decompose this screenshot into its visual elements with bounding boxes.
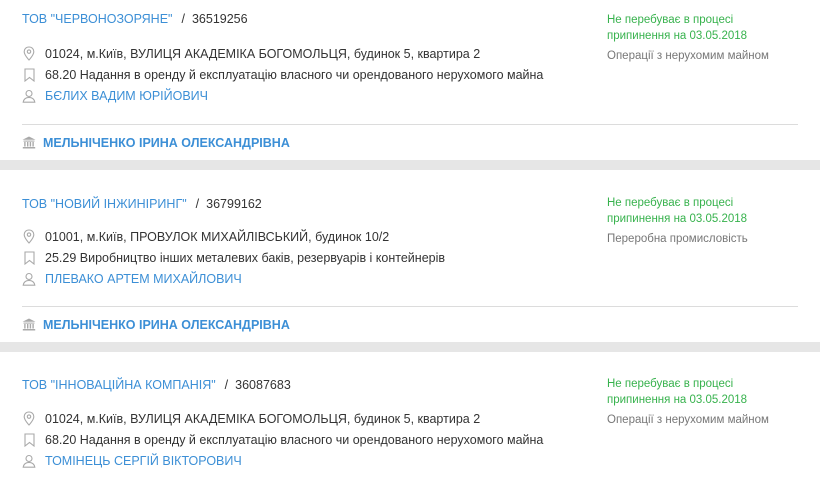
company-code: 36799162 bbox=[206, 197, 262, 211]
person-icon bbox=[22, 88, 36, 103]
address-line: 01024, м.Київ, ВУЛИЦЯ АКАДЕМІКА БОГОМОЛЬ… bbox=[22, 46, 480, 61]
registrar-row: МЕЛЬНІЧЕНКО ІРИНА ОЛЕКСАНДРІВНА bbox=[22, 318, 290, 332]
status-line-2: припинення на 03.05.2018 bbox=[607, 394, 748, 406]
status-line-1: Не перебуває в процесі bbox=[607, 14, 734, 26]
company-activity: 68.20 Надання в оренду й експлуатацію вл… bbox=[45, 67, 544, 82]
card-divider bbox=[22, 124, 798, 125]
company-address: 01024, м.Київ, ВУЛИЦЯ АКАДЕМІКА БОГОМОЛЬ… bbox=[45, 411, 481, 426]
activity-line: 25.29 Виробництво інших металевих баків,… bbox=[22, 250, 445, 265]
company-name-link[interactable]: ТОВ "НОВИЙ ІНЖИНІРИНГ" bbox=[22, 197, 187, 211]
company-card: ТОВ "НОВИЙ ІНЖИНІРИНГ" / 36799162 01001, м… bbox=[0, 170, 820, 342]
activity-line: 68.20 Надання в оренду й експлуатацію вл… bbox=[22, 67, 543, 82]
company-activity: 25.29 Виробництво інших металевих баків,… bbox=[45, 250, 446, 265]
address-line: 01024, м.Київ, ВУЛИЦЯ АКАДЕМІКА БОГОМОЛЬ… bbox=[22, 411, 480, 426]
status-line-2: припинення на 03.05.2018 bbox=[607, 30, 748, 42]
company-code: 36519256 bbox=[191, 12, 248, 26]
status-line-1: Не перебуває в процесі bbox=[607, 378, 734, 390]
company-category: Операції з нерухомим майном bbox=[607, 50, 769, 62]
company-address: 01024, м.Київ, ВУЛИЦЯ АКАДЕМІКА БОГОМОЛЬ… bbox=[45, 46, 481, 61]
person-icon bbox=[22, 271, 36, 286]
company-name-link[interactable]: ТОВ "ІННОВАЦІЙНА КОМПАНІЯ" bbox=[22, 378, 216, 392]
status-text: Не перебуває в процесі припинення на 03.… bbox=[607, 376, 807, 408]
status-line-1: Не перебуває в процесі bbox=[607, 197, 734, 209]
company-address: 01001, м.Київ, ПРОВУЛОК МИХАЙЛІВСЬКИЙ, б… bbox=[45, 229, 390, 244]
company-card: ТОВ "ІННОВАЦІЙНА КОМПАНІЯ" / 36087683 0102… bbox=[0, 352, 820, 485]
title-separator: / bbox=[224, 378, 229, 392]
map-pin-icon bbox=[22, 411, 36, 426]
director-line: ПЛЕВАКО АРТЕМ МИХАЙЛОВИЧ bbox=[22, 271, 242, 286]
bookmark-icon bbox=[22, 250, 36, 265]
company-title-row: ТОВ "НОВИЙ ІНЖИНІРИНГ" / 36799162 bbox=[22, 197, 262, 211]
bank-icon bbox=[22, 136, 36, 150]
address-line: 01001, м.Київ, ПРОВУЛОК МИХАЙЛІВСЬКИЙ, б… bbox=[22, 229, 389, 244]
person-icon bbox=[22, 453, 36, 468]
card-separator bbox=[0, 160, 820, 170]
director-line: БЄЛИХ ВАДИМ ЮРІЙОВИЧ bbox=[22, 88, 208, 103]
activity-line: 68.20 Надання в оренду й експлуатацію вл… bbox=[22, 432, 543, 447]
status-line-2: припинення на 03.05.2018 bbox=[607, 213, 748, 225]
director-name-link[interactable]: БЄЛИХ ВАДИМ ЮРІЙОВИЧ bbox=[45, 89, 208, 103]
bookmark-icon bbox=[22, 432, 36, 447]
director-name-link[interactable]: ТОМІНЕЦЬ СЕРГІЙ ВІКТОРОВИЧ bbox=[45, 454, 242, 468]
company-code: 36087683 bbox=[235, 378, 291, 392]
company-title-row: ТОВ "ЧЕРВОНОЗОРЯНЕ" / 36519256 bbox=[22, 12, 248, 26]
map-pin-icon bbox=[22, 229, 36, 244]
card-separator bbox=[0, 342, 820, 352]
director-name-link[interactable]: ПЛЕВАКО АРТЕМ МИХАЙЛОВИЧ bbox=[45, 272, 242, 286]
registrar-name-link[interactable]: МЕЛЬНІЧЕНКО ІРИНА ОЛЕКСАНДРІВНА bbox=[43, 318, 290, 332]
card-divider bbox=[22, 306, 798, 307]
title-separator: / bbox=[181, 12, 185, 26]
company-category: Операції з нерухомим майном bbox=[607, 414, 769, 426]
company-name-link[interactable]: ТОВ "ЧЕРВОНОЗОРЯНЕ" bbox=[22, 12, 172, 26]
registrar-name-link[interactable]: МЕЛЬНІЧЕНКО ІРИНА ОЛЕКСАНДРІВНА bbox=[43, 136, 290, 150]
company-activity: 68.20 Надання в оренду й експлуатацію вл… bbox=[45, 432, 544, 447]
status-text: Не перебуває в процесі припинення на 03.… bbox=[607, 12, 807, 44]
director-line: ТОМІНЕЦЬ СЕРГІЙ ВІКТОРОВИЧ bbox=[22, 453, 242, 468]
status-text: Не перебуває в процесі припинення на 03.… bbox=[607, 195, 807, 227]
registrar-row: МЕЛЬНІЧЕНКО ІРИНА ОЛЕКСАНДРІВНА bbox=[22, 136, 290, 150]
company-card: ТОВ "ЧЕРВОНОЗОРЯНЕ" / 36519256 01024, м.Ки… bbox=[0, 0, 820, 160]
map-pin-icon bbox=[22, 46, 36, 61]
company-title-row: ТОВ "ІННОВАЦІЙНА КОМПАНІЯ" / 36087683 bbox=[22, 378, 291, 392]
bank-icon bbox=[22, 318, 36, 332]
title-separator: / bbox=[195, 197, 200, 211]
company-category: Переробна промисловість bbox=[607, 233, 748, 245]
bookmark-icon bbox=[22, 67, 36, 82]
